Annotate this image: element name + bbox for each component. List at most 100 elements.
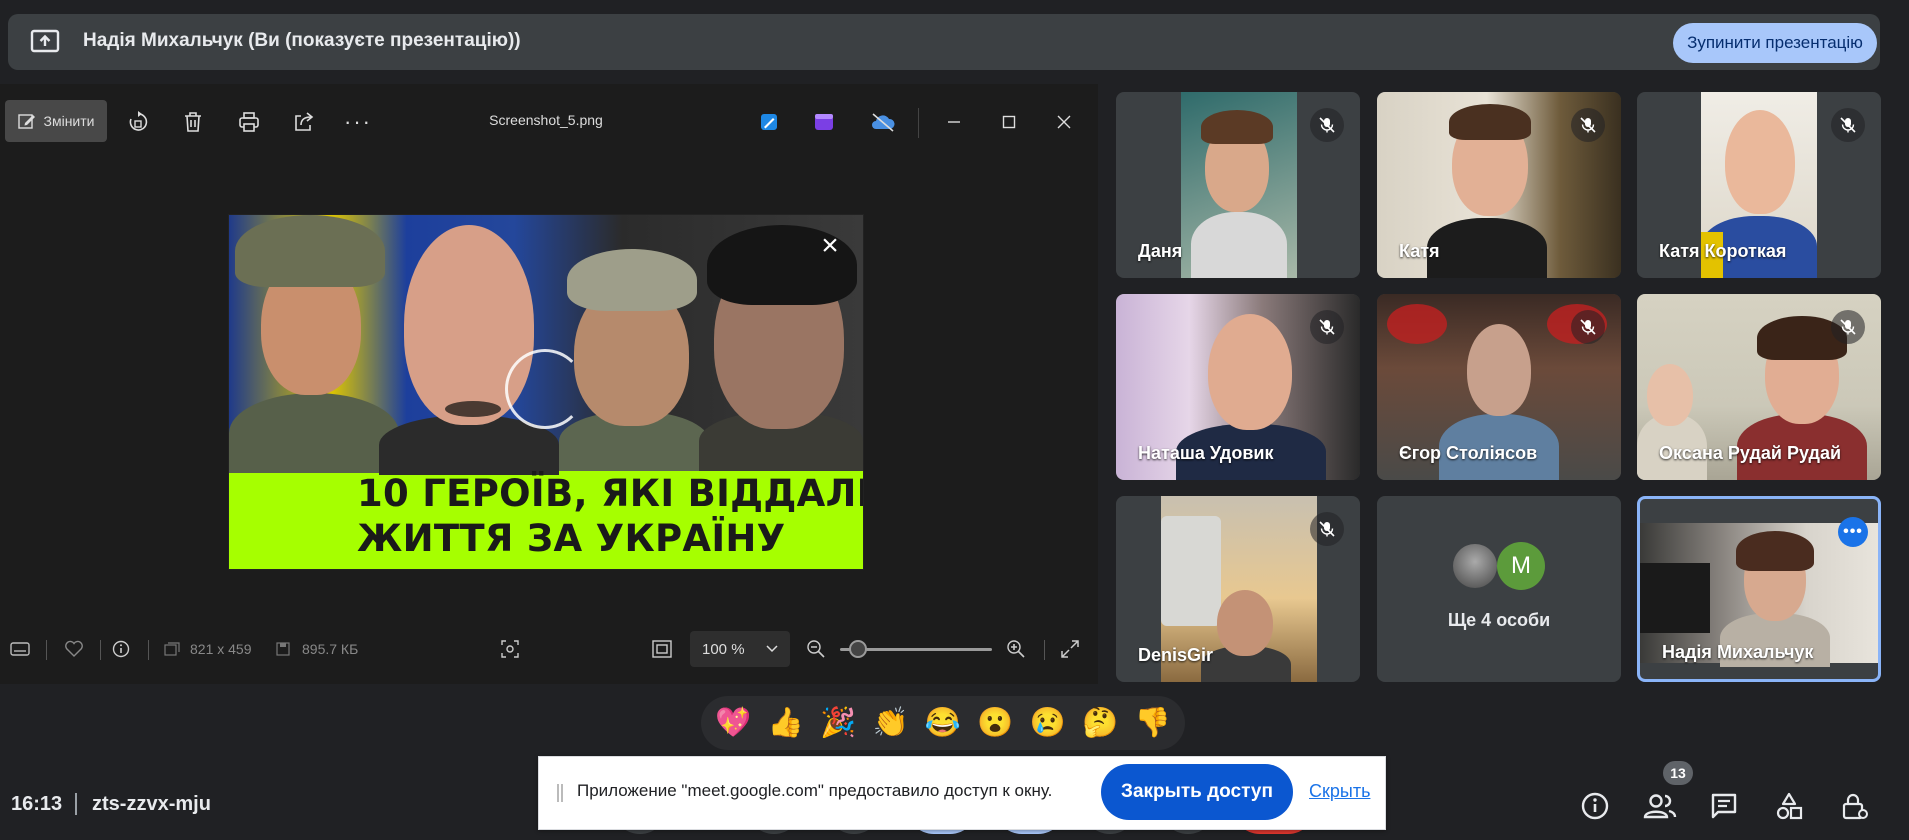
reaction-surprised[interactable]: 😮 xyxy=(977,708,1013,738)
reactions-bar: 💖 👍 🎉 👏 😂 😮 😢 🤔 👎 xyxy=(701,696,1185,750)
participant-name: Надія Михальчук xyxy=(1662,642,1814,662)
reaction-thumbs-up[interactable]: 👍 xyxy=(768,708,804,738)
loading-ring-icon xyxy=(505,349,585,429)
stop-sharing-button[interactable]: Закрыть доступ xyxy=(1101,764,1293,820)
image-dimensions: 821 x 459 xyxy=(164,624,252,674)
mic-off-indicator xyxy=(1571,108,1605,142)
reaction-thumbs-down[interactable]: 👎 xyxy=(1135,708,1171,738)
people-button[interactable] xyxy=(1640,786,1680,826)
mic-off-icon xyxy=(1319,117,1335,133)
reaction-tears-of-joy[interactable]: 😂 xyxy=(925,708,961,738)
close-window-button[interactable] xyxy=(1044,102,1084,142)
maximize-button[interactable] xyxy=(989,102,1029,142)
filmstrip-button[interactable] xyxy=(10,624,30,674)
zoom-in-button[interactable] xyxy=(1006,624,1026,674)
displayed-image: × 10 ГЕРОЇВ, ЯКІ ВІДДАЛИ ЖИТТЯ ЗА УКРАЇН… xyxy=(228,214,864,570)
presentation-status-text: Надія Михальчук (Ви (показуєте презентац… xyxy=(83,30,521,51)
meeting-details-button[interactable] xyxy=(1575,786,1615,826)
participant-avatar-photo xyxy=(1453,544,1497,588)
print-icon xyxy=(239,112,259,132)
participant-tile[interactable]: Оксана Рудай Рудай xyxy=(1637,294,1881,480)
host-controls-button[interactable] xyxy=(1834,786,1874,826)
mic-off-icon xyxy=(1319,319,1335,335)
mic-off-indicator xyxy=(1831,108,1865,142)
activities-icon xyxy=(1776,792,1803,820)
info-icon xyxy=(112,640,130,658)
delete-button[interactable] xyxy=(173,102,213,142)
self-tile-menu-button[interactable]: ••• xyxy=(1838,517,1868,547)
lantern-decoration xyxy=(1387,304,1447,344)
edit-image-button[interactable]: Змінити xyxy=(5,100,107,142)
drag-handle-icon[interactable] xyxy=(557,784,563,802)
more-icon: ··· xyxy=(344,109,372,134)
camper-van xyxy=(1161,516,1221,626)
print-button[interactable] xyxy=(229,102,269,142)
image-filesize-text: 895.7 КБ xyxy=(302,641,359,657)
onedrive-button[interactable] xyxy=(863,102,903,142)
clipchamp-button[interactable] xyxy=(804,102,844,142)
person-face xyxy=(1208,314,1292,430)
mic-off-indicator xyxy=(1571,310,1605,344)
rotate-icon xyxy=(129,111,148,131)
participant-tile[interactable]: DenisGir xyxy=(1116,496,1360,682)
fit-to-window-button[interactable] xyxy=(652,624,672,674)
disk-icon xyxy=(276,642,290,656)
fullscreen-icon xyxy=(1061,640,1079,658)
person-body xyxy=(1427,218,1547,278)
favorite-button[interactable] xyxy=(64,624,84,674)
fullscreen-button[interactable] xyxy=(1060,624,1080,674)
zoom-slider-thumb[interactable] xyxy=(849,640,868,658)
zoom-out-icon xyxy=(807,640,825,658)
share-button[interactable] xyxy=(284,102,324,142)
person-face xyxy=(1217,590,1273,656)
file-info-button[interactable] xyxy=(112,624,130,674)
reaction-sparkling-heart[interactable]: 💖 xyxy=(715,708,751,738)
reaction-clapping[interactable]: 👏 xyxy=(872,708,908,738)
hide-notification-link[interactable]: Скрыть xyxy=(1309,781,1370,802)
participant-name: Наташа Удовик xyxy=(1138,443,1274,463)
reaction-thinking[interactable]: 🤔 xyxy=(1082,708,1118,738)
photos-viewer-window: Змінити ··· Screenshot_5.png × 10 ГЕРОЇВ… xyxy=(0,84,1098,684)
edit-label: Змінити xyxy=(43,113,95,129)
fit-window-icon xyxy=(652,640,672,658)
image-mustache xyxy=(445,401,501,417)
image-filesize: 895.7 КБ xyxy=(276,624,358,674)
image-dimensions-text: 821 x 459 xyxy=(190,641,252,657)
activities-button[interactable] xyxy=(1769,786,1809,826)
chevron-down-icon xyxy=(766,645,778,653)
present-screen-icon xyxy=(30,29,60,53)
image-edit-app-button[interactable] xyxy=(749,102,789,142)
crop-button[interactable] xyxy=(500,624,520,674)
close-icon xyxy=(1057,115,1071,129)
rotate-button[interactable] xyxy=(118,102,158,142)
more-participants-label: Ще 4 особи xyxy=(1447,610,1551,630)
more-participants-tile[interactable]: M Ще 4 особи xyxy=(1377,496,1621,682)
stop-presenting-button[interactable]: Зупинити презентацію xyxy=(1673,23,1877,63)
person-face xyxy=(1467,324,1531,416)
reaction-party-popper[interactable]: 🎉 xyxy=(820,708,856,738)
person-hair xyxy=(1201,110,1273,144)
participant-tile[interactable]: Єгор Століясов xyxy=(1377,294,1621,480)
minimize-button[interactable] xyxy=(934,102,974,142)
tv-screen xyxy=(1640,563,1710,633)
more-horizontal-icon: ••• xyxy=(1843,523,1863,540)
status-divider xyxy=(46,640,47,660)
mic-off-icon xyxy=(1580,117,1596,133)
filmstrip-icon xyxy=(10,642,30,656)
participant-tile[interactable]: Даня xyxy=(1116,92,1360,278)
self-participant-tile[interactable]: ••• Надія Михальчук xyxy=(1637,496,1881,682)
status-divider xyxy=(1044,640,1045,660)
mic-off-icon xyxy=(1319,521,1335,537)
more-options-button[interactable]: ··· xyxy=(338,102,378,142)
screen-share-notification: Приложение "meet.google.com" предоставил… xyxy=(538,756,1386,830)
reaction-crying[interactable]: 😢 xyxy=(1030,708,1066,738)
person-body xyxy=(1191,212,1287,278)
zoom-level-select[interactable]: 100 % xyxy=(690,631,790,667)
image-figure-1-body xyxy=(229,393,399,473)
zoom-out-button[interactable] xyxy=(806,624,826,674)
participant-tile[interactable]: Наташа Удовик xyxy=(1116,294,1360,480)
participant-tile[interactable]: Катя Короткая xyxy=(1637,92,1881,278)
info-icon xyxy=(1581,792,1609,820)
chat-button[interactable] xyxy=(1704,786,1744,826)
participant-tile[interactable]: Катя xyxy=(1377,92,1621,278)
